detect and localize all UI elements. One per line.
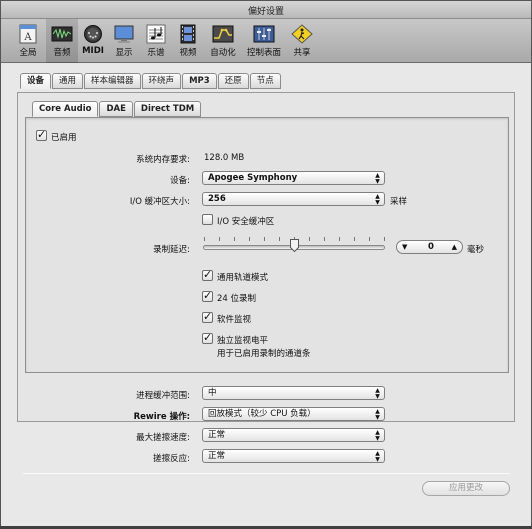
- separator: [23, 473, 510, 474]
- device-popup[interactable]: Apogee Symphony ▲ ▼: [202, 171, 385, 185]
- slider-tick: [339, 237, 340, 241]
- slider-tick: [219, 237, 220, 241]
- sharing-icon: [291, 24, 313, 44]
- slider-tick: [249, 237, 250, 241]
- device-popup-value: Apogee Symphony: [208, 173, 298, 183]
- record-delay-value[interactable]: 0: [421, 241, 441, 253]
- scrub-response-value: 正常: [208, 451, 226, 461]
- max-scrub-speed-label: 最大搓擦速度:: [136, 433, 190, 443]
- popup-arrows-icon: ▲ ▼: [375, 387, 380, 400]
- independent-monitor-checkbox[interactable]: [202, 331, 213, 344]
- control-surface-icon: [253, 25, 275, 43]
- process-buffer-popup[interactable]: 中 ▲ ▼: [202, 386, 385, 400]
- decrement-arrow-icon[interactable]: ▼: [402, 241, 407, 253]
- audio-icon: [51, 26, 73, 42]
- slider-tick: [354, 237, 355, 241]
- independent-monitor-sublabel: 用于已启用录制的通道条: [217, 349, 311, 359]
- slider-tick: [309, 237, 310, 241]
- record-24bit-label: 24 位录制: [217, 294, 257, 304]
- tab-devices[interactable]: 设备: [20, 73, 52, 89]
- driver-tab-bar: Core Audio DAE Direct TDM: [32, 101, 202, 117]
- software-monitoring-checkbox[interactable]: [202, 310, 213, 323]
- preferences-content: 设备 通用 样本编辑器 环绕声 MP3 还原 节点 Core Audio DAE…: [1, 64, 531, 526]
- slider-tick: [324, 237, 325, 241]
- display-icon: [114, 25, 134, 43]
- slider-thumb[interactable]: [290, 239, 299, 252]
- toolbar-item-video[interactable]: 视频: [173, 19, 203, 63]
- tab-core-audio[interactable]: Core Audio: [32, 101, 99, 117]
- buffer-size-label: I/O 缓冲区大小:: [129, 197, 190, 207]
- scrub-response-popup[interactable]: 正常 ▲ ▼: [202, 449, 385, 463]
- buffer-size-popup[interactable]: 256 ▲ ▼: [202, 192, 385, 206]
- tab-reset[interactable]: 还原: [217, 73, 249, 89]
- toolbar-item-score[interactable]: 乐谱: [141, 19, 171, 63]
- memory-value: 128.0 MB: [204, 153, 245, 163]
- scrub-response-label: 搓擦反应:: [153, 454, 190, 464]
- toolbar-item-display[interactable]: 显示: [109, 19, 139, 63]
- slider-tick: [204, 237, 205, 241]
- midi-icon: [84, 25, 102, 43]
- score-icon: [146, 24, 166, 44]
- max-scrub-speed-value: 正常: [208, 430, 226, 440]
- record-delay-stepper[interactable]: ▼ 0 ▲: [396, 240, 463, 254]
- toolbar-item-audio[interactable]: 音频: [46, 19, 78, 63]
- device-label: 设备:: [170, 176, 190, 186]
- audio-tab-bar: 设备 通用 样本编辑器 环绕声 MP3 还原 节点: [20, 73, 282, 89]
- universal-track-mode-label: 通用轨道模式: [217, 273, 269, 283]
- rewire-label: Rewire 操作:: [133, 412, 190, 422]
- tab-nodes[interactable]: 节点: [249, 73, 281, 89]
- tab-mp3[interactable]: MP3: [182, 73, 217, 89]
- toolbar-item-control-surface[interactable]: 控制表面: [243, 19, 285, 63]
- apply-changes-button[interactable]: 应用更改: [422, 481, 510, 496]
- process-buffer-value: 中: [208, 388, 217, 398]
- max-scrub-speed-popup[interactable]: 正常 ▲ ▼: [202, 428, 385, 442]
- slider-tick: [369, 237, 370, 241]
- toolbar-item-automation[interactable]: 自动化: [205, 19, 241, 63]
- record-delay-unit: 毫秒: [467, 245, 485, 255]
- popup-arrows-icon: ▲ ▼: [375, 172, 380, 185]
- popup-arrows-icon: ▲ ▼: [375, 193, 380, 206]
- svg-text:A: A: [23, 32, 32, 43]
- rewire-value: 回放模式（较少 CPU 负载）: [208, 409, 316, 419]
- toolbar-item-global[interactable]: A 全局: [11, 19, 45, 63]
- memory-label: 系统内存要求:: [136, 155, 190, 165]
- record-24bit-checkbox[interactable]: [202, 289, 213, 302]
- slider-tick: [384, 237, 385, 241]
- title-bar: 偏好设置: [1, 1, 531, 19]
- popup-arrows-icon: ▲ ▼: [375, 429, 380, 442]
- process-buffer-label: 进程缓冲范围:: [136, 391, 190, 401]
- tab-sample-editor[interactable]: 样本编辑器: [84, 73, 141, 89]
- independent-monitor-label: 独立监视电平: [217, 336, 269, 346]
- popup-arrows-icon: ▲ ▼: [375, 408, 380, 421]
- preferences-window: 偏好设置 A 全局 音频 MIDI 显示 乐谱 视频 自动化 控制表面 共享 设…: [0, 0, 532, 526]
- preferences-toolbar: A 全局 音频 MIDI 显示 乐谱 视频 自动化 控制表面 共享: [1, 19, 531, 63]
- universal-track-mode-checkbox[interactable]: [202, 268, 213, 281]
- toolbar-item-sharing[interactable]: 共享: [287, 19, 317, 63]
- tab-dae[interactable]: DAE: [99, 101, 133, 117]
- video-icon: [180, 24, 196, 44]
- slider-tick: [264, 237, 265, 241]
- safety-buffer-checkbox[interactable]: [202, 214, 213, 225]
- safety-buffer-label: I/O 安全缓冲区: [217, 217, 275, 227]
- software-monitoring-label: 软件监视: [217, 315, 252, 325]
- buffer-unit: 采样: [390, 197, 408, 207]
- rewire-popup[interactable]: 回放模式（较少 CPU 负载） ▲ ▼: [202, 407, 385, 421]
- window-title: 偏好设置: [247, 7, 284, 17]
- buffer-size-value: 256: [208, 194, 226, 204]
- tab-surround[interactable]: 环绕声: [141, 73, 182, 89]
- increment-arrow-icon[interactable]: ▲: [452, 241, 457, 253]
- enabled-label: 已启用: [51, 133, 77, 143]
- slider-tick: [279, 237, 280, 241]
- tab-general[interactable]: 通用: [52, 73, 84, 89]
- global-preferences-icon: A: [19, 24, 37, 44]
- record-delay-label: 录制延迟:: [153, 245, 190, 255]
- popup-arrows-icon: ▲ ▼: [375, 450, 380, 463]
- slider-tick: [234, 237, 235, 241]
- enabled-checkbox[interactable]: [36, 128, 47, 141]
- toolbar-item-midi[interactable]: MIDI: [79, 19, 107, 63]
- automation-icon: [212, 25, 234, 43]
- tab-direct-tdm[interactable]: Direct TDM: [133, 101, 202, 117]
